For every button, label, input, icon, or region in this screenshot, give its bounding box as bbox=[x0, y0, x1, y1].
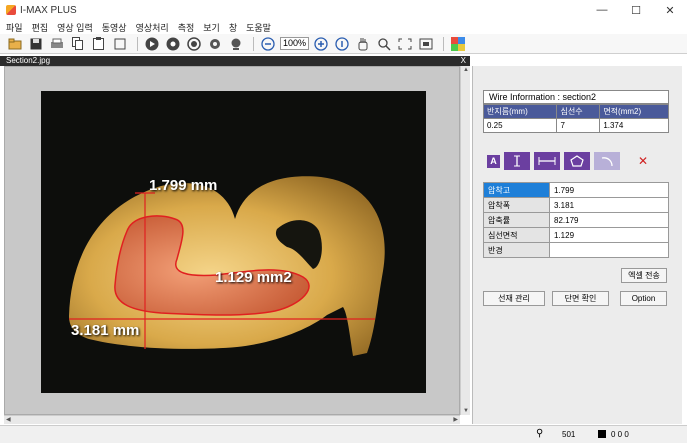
wire-info-area-value: 1.374 bbox=[599, 118, 669, 133]
pixel-color-swatch bbox=[598, 430, 606, 438]
menu-bar: 파일 편집 영상 입력 동영상 영상처리 측정 보기 창 도움말 bbox=[0, 20, 687, 34]
height-measurement-label: 1.799 mm bbox=[149, 177, 218, 194]
result-row[interactable]: 심선면적 1.129 bbox=[483, 227, 669, 243]
title-bar: I-MAX PLUS — ☐ ✕ bbox=[0, 0, 687, 20]
status-bar: ⚲ 501 0 0 0 bbox=[0, 425, 687, 443]
menu-image-processing[interactable]: 영상처리 bbox=[136, 21, 169, 34]
wire-info-strands-value: 7 bbox=[556, 118, 601, 133]
toolbar-divider bbox=[137, 36, 138, 51]
document-title: Section2.jpg bbox=[6, 56, 51, 65]
copy-icon[interactable] bbox=[69, 35, 87, 53]
vertical-scrollbar[interactable]: ▲ ▼ bbox=[460, 66, 470, 415]
result-value bbox=[549, 242, 669, 258]
toolbar-divider bbox=[443, 36, 445, 51]
wire-info-header-radius: 반지름(mm) bbox=[482, 104, 558, 119]
paste-icon[interactable] bbox=[90, 35, 108, 53]
print-icon[interactable] bbox=[48, 35, 66, 53]
wire-info-table: 반지름(mm) 심선수 면적(mm2) 0.25 7 1.374 bbox=[482, 104, 669, 133]
play-icon[interactable] bbox=[143, 35, 161, 53]
toolbar-divider bbox=[253, 36, 254, 51]
horizontal-scrollbar[interactable]: ◀ ▶ bbox=[4, 415, 460, 424]
result-value: 82.179 bbox=[549, 212, 669, 228]
toolbar: 100% bbox=[0, 34, 687, 54]
save-icon[interactable] bbox=[27, 35, 45, 53]
maximize-button[interactable]: ☐ bbox=[619, 0, 653, 20]
location-pin-icon: ⚲ bbox=[536, 428, 544, 439]
result-row[interactable]: 반경 bbox=[483, 242, 669, 258]
hand-pan-icon[interactable] bbox=[354, 35, 372, 53]
status-coordinate: 501 bbox=[562, 430, 576, 439]
close-button[interactable]: ✕ bbox=[653, 0, 687, 20]
gear-icon[interactable] bbox=[206, 35, 224, 53]
menu-window[interactable]: 창 bbox=[229, 21, 237, 34]
menu-measure[interactable]: 측정 bbox=[178, 21, 195, 34]
wire-info-title: Wire Information : section2 bbox=[483, 90, 669, 104]
zoom-actual-icon[interactable] bbox=[333, 35, 351, 53]
wire-info-radius-value: 0.25 bbox=[482, 118, 558, 133]
height-tool-icon[interactable] bbox=[504, 152, 530, 170]
color-palette-icon[interactable] bbox=[449, 35, 467, 53]
width-tool-icon[interactable] bbox=[534, 152, 560, 170]
result-label: 반경 bbox=[483, 242, 550, 258]
arc-tool-icon[interactable] bbox=[594, 152, 620, 170]
status-rgb: 0 0 0 bbox=[611, 430, 629, 439]
window-controls: — ☐ ✕ bbox=[585, 0, 687, 20]
result-row[interactable]: 압축률 82.179 bbox=[483, 212, 669, 228]
section-image[interactable]: 1.799 mm 1.129 mm2 3.181 mm bbox=[41, 91, 426, 393]
wire-info-header-area: 면적(mm2) bbox=[599, 104, 669, 119]
record-icon[interactable] bbox=[185, 35, 203, 53]
wire-manage-button[interactable]: 선재 관리 bbox=[483, 291, 545, 306]
fit-window-icon[interactable] bbox=[396, 35, 414, 53]
option-button[interactable]: Option bbox=[620, 291, 667, 306]
measurement-panel: Wire Information : section2 반지름(mm) 심선수 … bbox=[472, 66, 682, 424]
menu-image-input[interactable]: 영상 입력 bbox=[57, 21, 93, 34]
excel-export-button[interactable]: 엑셀 전송 bbox=[621, 268, 667, 283]
app-title: I-MAX PLUS bbox=[20, 4, 77, 16]
aperture-icon[interactable] bbox=[164, 35, 182, 53]
webcam-icon[interactable] bbox=[227, 35, 245, 53]
select-rect-icon[interactable] bbox=[111, 35, 129, 53]
magnifier-icon[interactable] bbox=[375, 35, 393, 53]
image-viewport[interactable]: 1.799 mm 1.129 mm2 3.181 mm bbox=[4, 66, 460, 415]
text-tool-button[interactable]: A bbox=[487, 154, 500, 168]
result-row[interactable]: 압착고 1.799 bbox=[483, 182, 669, 198]
measure-tools: A ✕ bbox=[487, 152, 648, 170]
result-label: 압축률 bbox=[483, 212, 550, 228]
scroll-up-icon[interactable]: ▲ bbox=[463, 67, 469, 73]
result-label: 심선면적 bbox=[483, 227, 550, 243]
polygon-tool-icon[interactable] bbox=[564, 152, 590, 170]
result-value: 1.799 bbox=[549, 182, 669, 198]
results-table: 압착고 1.799 압착폭 3.181 압축률 82.179 심선면적 1.12… bbox=[483, 182, 669, 258]
result-label: 압착고 bbox=[483, 182, 550, 198]
section-confirm-button[interactable]: 단면 확인 bbox=[552, 291, 609, 306]
result-row[interactable]: 압착폭 3.181 bbox=[483, 197, 669, 213]
result-value: 3.181 bbox=[549, 197, 669, 213]
menu-help[interactable]: 도움말 bbox=[246, 21, 271, 34]
wire-info-header-strands: 심선수 bbox=[556, 104, 601, 119]
menu-file[interactable]: 파일 bbox=[6, 21, 23, 34]
width-measurement-label: 3.181 mm bbox=[71, 322, 140, 339]
scroll-down-icon[interactable]: ▼ bbox=[463, 408, 469, 414]
scroll-left-icon[interactable]: ◀ bbox=[6, 416, 11, 423]
zoom-out-icon[interactable] bbox=[259, 35, 277, 53]
scroll-right-icon[interactable]: ▶ bbox=[453, 416, 458, 423]
result-value: 1.129 bbox=[549, 227, 669, 243]
minimize-button[interactable]: — bbox=[585, 0, 619, 20]
menu-video[interactable]: 동영상 bbox=[102, 21, 127, 34]
menu-view[interactable]: 보기 bbox=[203, 21, 220, 34]
document-tab: Section2.jpg X bbox=[0, 56, 470, 66]
open-folder-icon[interactable] bbox=[6, 35, 24, 53]
zoom-level[interactable]: 100% bbox=[280, 37, 310, 50]
fullscreen-icon[interactable] bbox=[417, 35, 435, 53]
wire-section-drawing bbox=[41, 91, 426, 393]
document-close-button[interactable]: X bbox=[461, 56, 466, 66]
delete-measure-icon[interactable]: ✕ bbox=[638, 154, 648, 168]
app-logo-icon bbox=[6, 5, 16, 15]
menu-edit[interactable]: 편집 bbox=[32, 21, 49, 34]
result-label: 압착폭 bbox=[483, 197, 550, 213]
zoom-in-icon[interactable] bbox=[312, 35, 330, 53]
area-measurement-label: 1.129 mm2 bbox=[215, 269, 292, 286]
